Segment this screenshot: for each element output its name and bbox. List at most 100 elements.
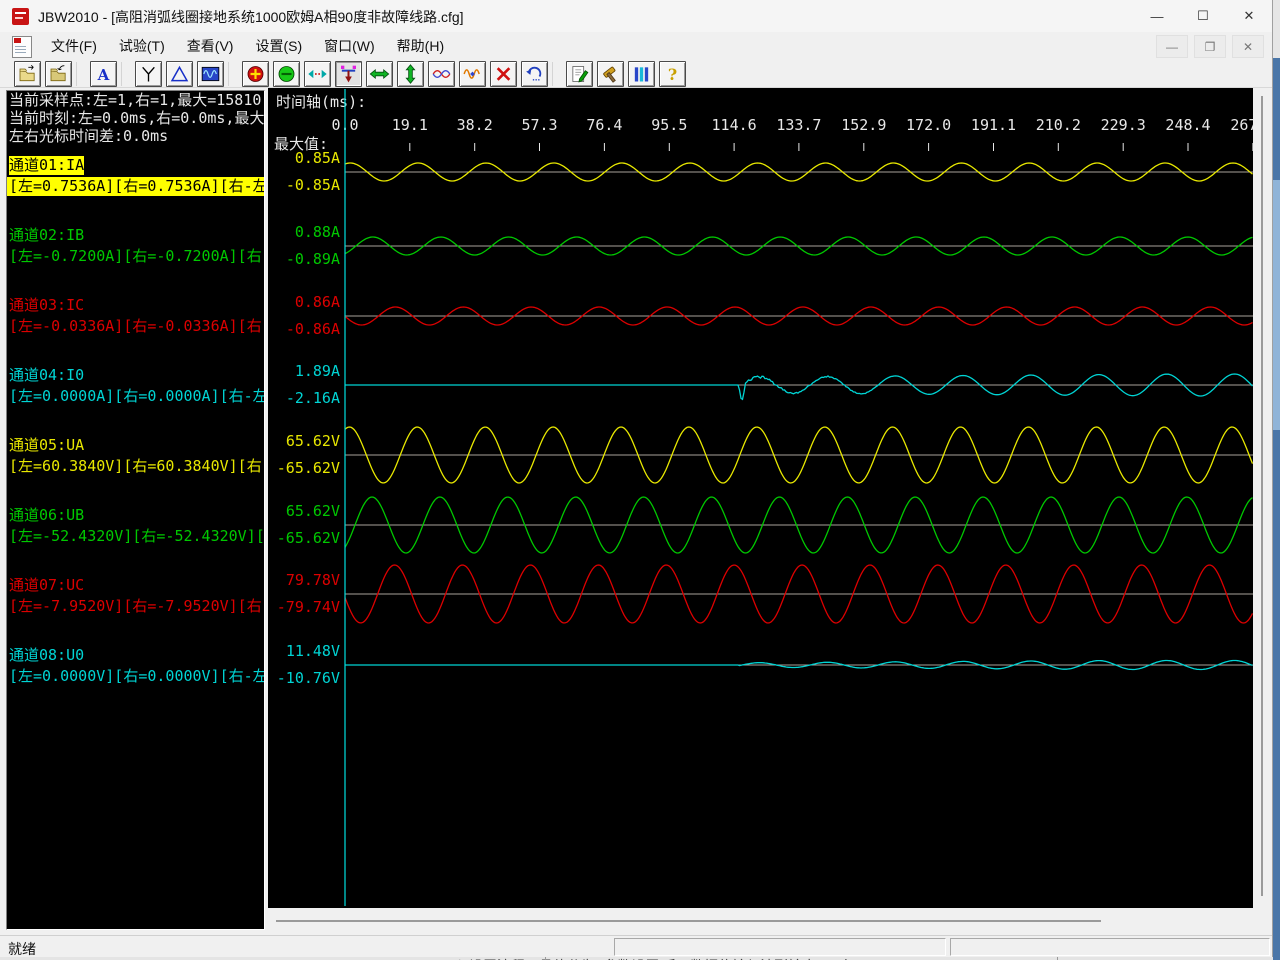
delta-view-icon	[169, 64, 190, 84]
delta-view-button[interactable]	[166, 61, 193, 87]
desktop-sliver-top	[1273, 0, 1280, 58]
channel-label-U0[interactable]: 通道08:U0	[9, 646, 84, 665]
child-minimize-button[interactable]: —	[1156, 35, 1188, 58]
channel-values-UB[interactable]: [左=-52.4320V][右=-52.4320V][	[7, 527, 264, 546]
child-close-button[interactable]: ✕	[1232, 35, 1264, 58]
window-title: JBW2010 - [高阻消弧线圈接地系统1000欧姆A相90度非故障线路.cf…	[38, 7, 464, 27]
channel-values-IB[interactable]: [左=-0.7200A][右=-0.7200A][右-	[7, 247, 264, 266]
minimize-button[interactable]: —	[1134, 0, 1180, 32]
menu-item-2[interactable]: 查看(V)	[176, 32, 245, 60]
sine-display-button[interactable]	[459, 61, 486, 87]
time-tick-label: 191.1	[971, 116, 1016, 134]
time-tick-label: 133.7	[776, 116, 821, 134]
undo-button[interactable]	[521, 61, 548, 87]
document-icon[interactable]	[12, 36, 32, 58]
time-tick-label: 114.6	[712, 116, 757, 134]
vertical-scrollbar[interactable]	[1253, 88, 1272, 910]
cursor-tool-button[interactable]	[335, 61, 362, 87]
expand-vertical-icon	[400, 64, 421, 84]
channel-label-IA[interactable]: 通道01:IA	[9, 156, 84, 175]
wye-view-button[interactable]	[135, 61, 162, 87]
expand-horizontal-icon	[369, 64, 390, 84]
waveform-panel: 时间轴(ms): 最大值: 0.85A-0.85A0.88A-0.89A0.86…	[268, 88, 1253, 908]
tools-hammer-button[interactable]	[597, 61, 624, 87]
overlay-waveforms-button[interactable]	[428, 61, 455, 87]
waveform-view-button[interactable]	[197, 61, 224, 87]
desktop-sliver-highlight	[1273, 180, 1280, 430]
overlay-waveforms-icon	[431, 64, 452, 84]
vertical-scrollbar-thumb[interactable]	[1261, 96, 1263, 896]
open-file-alt-button[interactable]	[45, 61, 72, 87]
delete-channel-button[interactable]	[490, 61, 517, 87]
edit-report-icon	[569, 64, 590, 84]
channel-label-UB[interactable]: 通道06:UB	[9, 506, 84, 525]
sample-point-info: 当前采样点:左=1,右=1,最大=15810	[7, 91, 264, 109]
waveform-svg: 0.019.138.257.376.495.5114.6133.7152.917…	[268, 88, 1253, 908]
help-button[interactable]: ?	[659, 61, 686, 87]
channel-label-UC[interactable]: 通道07:UC	[9, 576, 84, 595]
time-tick-label: 57.3	[521, 116, 557, 134]
zoom-out-button[interactable]	[273, 61, 300, 87]
cursor-info-header: 当前采样点:左=1,右=1,最大=15810 当前时刻:左=0.0ms,右=0.…	[7, 91, 264, 145]
open-file-alt-icon	[48, 64, 69, 84]
font-setting-button[interactable]: A	[90, 61, 117, 87]
channel-label-IC[interactable]: 通道03:IC	[9, 296, 84, 315]
zoom-in-button[interactable]	[242, 61, 269, 87]
sine-display-icon	[462, 64, 483, 84]
horizontal-scrollbar-thumb[interactable]	[276, 920, 1101, 922]
channel-label-UA[interactable]: 通道05:UA	[9, 436, 84, 455]
horizontal-scrollbar[interactable]	[268, 910, 1272, 935]
font-setting-icon: A	[93, 64, 114, 84]
toolbar-separator	[76, 62, 86, 86]
toolbar: A?	[0, 60, 1272, 88]
menu-item-0[interactable]: 文件(F)	[40, 32, 108, 60]
menu-item-5[interactable]: 帮助(H)	[386, 32, 455, 60]
undo-icon	[524, 64, 545, 84]
zoom-in-icon	[245, 64, 266, 84]
menu-item-4[interactable]: 窗口(W)	[313, 32, 386, 60]
open-file-button[interactable]	[14, 61, 41, 87]
channel-values-IC[interactable]: [左=-0.0336A][右=-0.0336A][右-	[7, 317, 264, 336]
status-section-1	[614, 938, 946, 956]
compress-horizontal-icon	[307, 64, 328, 84]
time-tick-label: 38.2	[457, 116, 493, 134]
menu-item-3[interactable]: 设置(S)	[244, 32, 313, 60]
menu-bar: 文件(F)试验(T)查看(V)设置(S)窗口(W)帮助(H) — ❐ ✕	[0, 32, 1272, 61]
window-controls: —☐✕	[1134, 0, 1272, 32]
client-area: 当前采样点:左=1,右=1,最大=15810 当前时刻:左=0.0ms,右=0.…	[0, 88, 1272, 935]
channel-label-IB[interactable]: 通道02:IB	[9, 226, 84, 245]
time-tick-label: 95.5	[651, 116, 687, 134]
waveform-I0	[345, 374, 1253, 399]
status-bar: 就绪	[0, 935, 1272, 958]
waveform-view-icon	[200, 64, 221, 84]
help-icon: ?	[662, 64, 683, 84]
maximize-button[interactable]: ☐	[1180, 0, 1226, 32]
title-bar: JBW2010 - [高阻消弧线圈接地系统1000欧姆A相90度非故障线路.cf…	[0, 0, 1272, 33]
compress-horizontal-button[interactable]	[304, 61, 331, 87]
app-window: JBW2010 - [高阻消弧线圈接地系统1000欧姆A相90度非故障线路.cf…	[0, 0, 1273, 957]
channel-values-UC[interactable]: [左=-7.9520V][右=-7.9520V][右-	[7, 597, 264, 616]
toolbar-separator	[121, 62, 131, 86]
channel-values-UA[interactable]: [左=60.3840V][右=60.3840V][右-	[7, 457, 264, 476]
time-tick-label: 210.2	[1036, 116, 1081, 134]
edit-report-button[interactable]	[566, 61, 593, 87]
child-restore-button[interactable]: ❐	[1194, 35, 1226, 58]
menu-items: 文件(F)试验(T)查看(V)设置(S)窗口(W)帮助(H)	[40, 32, 455, 60]
expand-vertical-button[interactable]	[397, 61, 424, 87]
app-icon	[12, 8, 29, 25]
channel-values-I0[interactable]: [左=0.0000A][右=0.0000A][右-左	[7, 387, 264, 406]
channel-values-IA[interactable]: [左=0.7536A][右=0.7536A][右-左	[7, 177, 264, 196]
expand-horizontal-button[interactable]	[366, 61, 393, 87]
wye-view-icon	[138, 64, 159, 84]
cursor-diff-info: 左右光标时间差:0.0ms	[7, 127, 264, 145]
svg-text:A: A	[97, 65, 110, 83]
tools-hammer-icon	[600, 64, 621, 84]
channel-bars-button[interactable]	[628, 61, 655, 87]
menu-item-1[interactable]: 试验(T)	[108, 32, 176, 60]
channel-info-panel: 当前采样点:左=1,右=1,最大=15810 当前时刻:左=0.0ms,右=0.…	[6, 90, 265, 930]
channel-values-U0[interactable]: [左=0.0000V][右=0.0000V][右-左	[7, 667, 264, 686]
channel-label-I0[interactable]: 通道04:I0	[9, 366, 84, 385]
desktop-sliver	[1273, 0, 1280, 960]
delete-channel-icon	[493, 64, 514, 84]
close-button[interactable]: ✕	[1226, 0, 1272, 32]
